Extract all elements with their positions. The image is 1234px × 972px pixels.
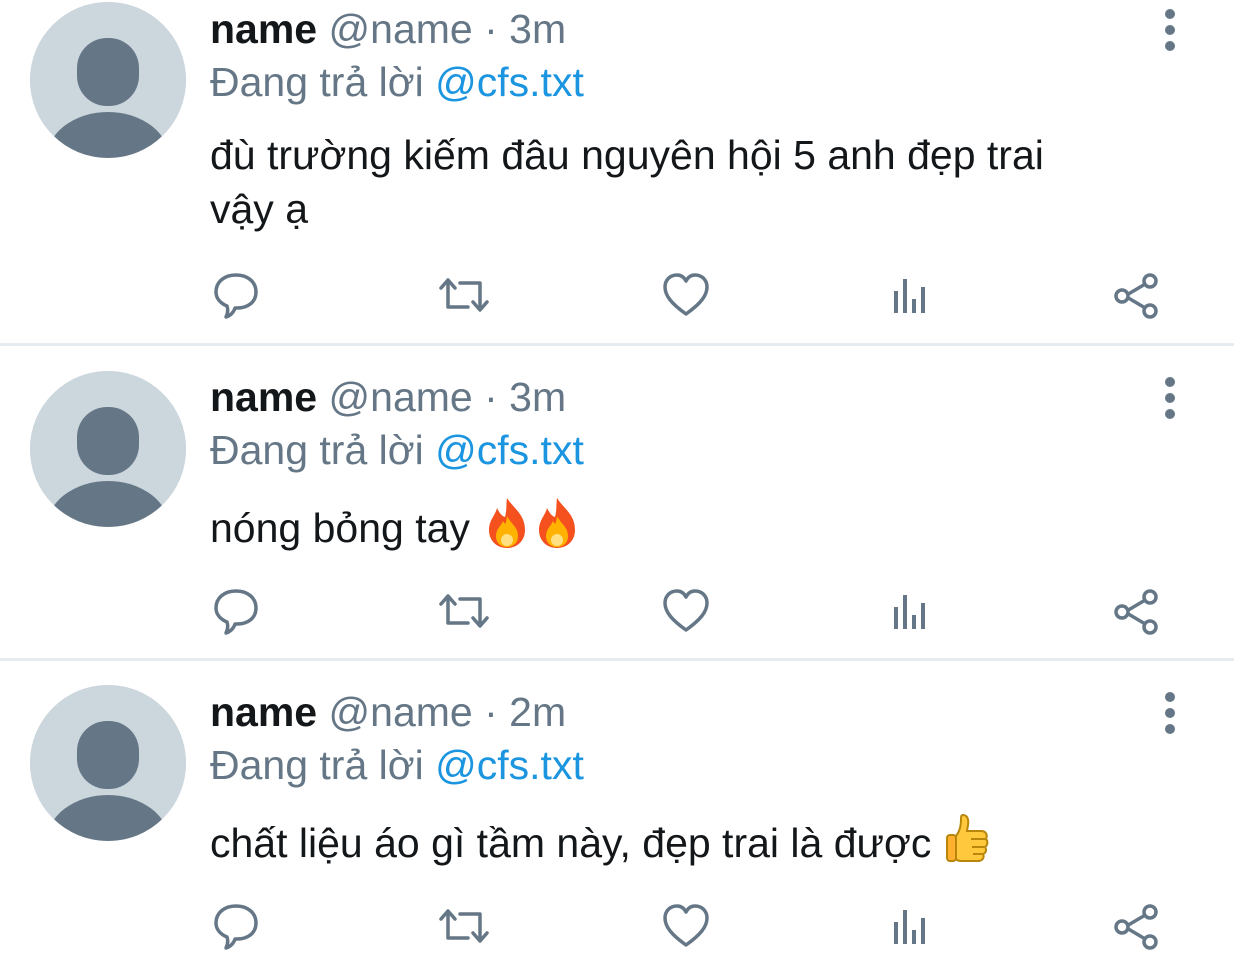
separator-dot: · — [484, 689, 498, 735]
like-icon — [663, 904, 709, 947]
analytics-icon — [894, 595, 925, 629]
analytics-button[interactable] — [882, 267, 938, 323]
reply-icon — [214, 904, 258, 950]
tweet-header: name @name · 3m — [210, 372, 566, 422]
mention-link[interactable]: @cfs.txt — [435, 427, 584, 473]
default-avatar-icon — [30, 2, 186, 158]
tweet-1[interactable]: name @name · 3m Đang trả lời @cfs.txt đù… — [0, 0, 1234, 343]
replying-label: Đang trả lời — [210, 427, 424, 473]
replying-to: Đang trả lời @cfs.txt — [210, 425, 584, 475]
tweet-text: đù trường kiếm đâu nguyên hội 5 anh đẹp … — [210, 128, 1170, 236]
retweet-button[interactable] — [436, 898, 492, 954]
fire-icon — [489, 498, 526, 548]
like-button[interactable] — [658, 583, 714, 639]
like-icon — [663, 273, 709, 316]
user-handle[interactable]: @name — [329, 6, 473, 52]
tweet-2[interactable]: name @name · 3m Đang trả lời @cfs.txt nó… — [0, 346, 1234, 658]
display-name[interactable]: name — [210, 6, 317, 52]
like-button[interactable] — [658, 898, 714, 954]
tweet-header: name @name · 3m — [210, 4, 566, 54]
retweet-button[interactable] — [436, 267, 492, 323]
avatar[interactable] — [30, 371, 186, 527]
avatar[interactable] — [30, 685, 186, 841]
share-button[interactable] — [1108, 898, 1164, 954]
tweet-text: chất liệu áo gì tầm này, đẹp trai là đượ… — [210, 811, 1170, 878]
tweet-header: name @name · 2m — [210, 687, 566, 737]
reply-button[interactable] — [208, 583, 264, 639]
replying-to: Đang trả lời @cfs.txt — [210, 57, 584, 107]
reply-button[interactable] — [208, 267, 264, 323]
default-avatar-icon — [30, 371, 186, 527]
reply-button[interactable] — [208, 898, 264, 954]
tweet-text-line: đù trường kiếm đâu nguyên hội 5 anh đẹp … — [210, 132, 1044, 178]
retweet-icon — [439, 909, 489, 943]
display-name[interactable]: name — [210, 689, 317, 735]
reply-icon — [214, 589, 258, 635]
more-options-button[interactable] — [1150, 376, 1190, 420]
share-icon — [1114, 589, 1158, 635]
separator-dot: · — [484, 374, 498, 420]
tweet-feed: name @name · 3m Đang trả lời @cfs.txt đù… — [0, 0, 1234, 972]
retweet-icon — [439, 278, 489, 312]
avatar[interactable] — [30, 2, 186, 158]
replying-to: Đang trả lời @cfs.txt — [210, 740, 584, 790]
analytics-button[interactable] — [882, 583, 938, 639]
share-icon — [1114, 904, 1158, 950]
default-avatar-icon — [30, 685, 186, 841]
thumbs-up-icon — [945, 813, 989, 862]
tweet-text-line: chất liệu áo gì tầm này, đẹp trai là đượ… — [210, 820, 932, 866]
like-icon — [663, 589, 709, 632]
more-vertical-icon — [1165, 692, 1175, 734]
mention-link[interactable]: @cfs.txt — [435, 742, 584, 788]
fire-icon — [539, 498, 576, 548]
timestamp[interactable]: 3m — [509, 6, 566, 52]
tweet-text-line: nóng bỏng tay — [210, 505, 470, 551]
analytics-icon — [894, 910, 925, 944]
thumbs-up-emoji — [945, 811, 991, 878]
tweet-text-line: vậy ạ — [210, 186, 308, 232]
tweet-text: nóng bỏng tay — [210, 496, 1170, 563]
more-options-button[interactable] — [1150, 8, 1190, 52]
share-button[interactable] — [1108, 267, 1164, 323]
separator-dot: · — [484, 6, 498, 52]
replying-label: Đang trả lời — [210, 59, 424, 105]
analytics-icon — [894, 279, 925, 313]
tweet-3[interactable]: name @name · 2m Đang trả lời @cfs.txt ch… — [0, 661, 1234, 972]
more-vertical-icon — [1165, 377, 1175, 419]
display-name[interactable]: name — [210, 374, 317, 420]
share-button[interactable] — [1108, 583, 1164, 639]
user-handle[interactable]: @name — [329, 374, 473, 420]
retweet-icon — [439, 594, 489, 628]
reply-icon — [214, 273, 258, 319]
mention-link[interactable]: @cfs.txt — [435, 59, 584, 105]
like-button[interactable] — [658, 267, 714, 323]
share-icon — [1114, 273, 1158, 319]
fire-emoji — [533, 496, 581, 563]
fire-emoji — [483, 496, 531, 563]
analytics-button[interactable] — [882, 898, 938, 954]
timestamp[interactable]: 2m — [509, 689, 566, 735]
retweet-button[interactable] — [436, 583, 492, 639]
more-vertical-icon — [1165, 9, 1175, 51]
user-handle[interactable]: @name — [329, 689, 473, 735]
replying-label: Đang trả lời — [210, 742, 424, 788]
more-options-button[interactable] — [1150, 691, 1190, 735]
timestamp[interactable]: 3m — [509, 374, 566, 420]
